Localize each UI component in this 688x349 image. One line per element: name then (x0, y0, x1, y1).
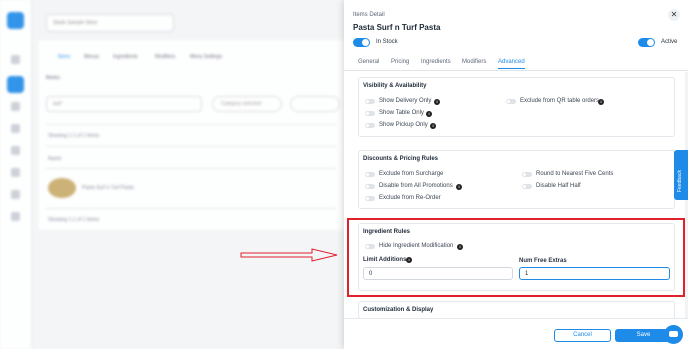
info-icon[interactable]: i (598, 99, 604, 105)
info-icon[interactable]: i (426, 111, 432, 117)
bg-tab-ingredients[interactable]: Ingredients (113, 54, 138, 60)
divider (46, 124, 336, 125)
items-label: Items: (46, 75, 61, 81)
showing-bottom: Showing 1-1 of 1 Items (48, 217, 100, 223)
exclude-surcharge-option[interactable]: Exclude from Surcharge (365, 171, 455, 180)
tab-modifiers[interactable]: Modifiers (462, 59, 486, 65)
show-pickup-only-switch[interactable] (365, 123, 375, 128)
exclude-reorder-option[interactable]: Exclude from Re-Order (365, 195, 455, 204)
tab-pricing[interactable]: Pricing (391, 59, 409, 65)
round-five-cents-option[interactable]: Round to Nearest Five Cents (522, 171, 622, 180)
active-toggle[interactable] (638, 38, 655, 47)
in-stock-toggle[interactable] (353, 38, 370, 47)
marketing-icon[interactable] (11, 168, 20, 177)
visibility-title: Visibility & Availability (363, 83, 427, 89)
show-pickup-only-label: Show Pickup Only (379, 122, 428, 128)
customization-section: Customization & Display (358, 301, 675, 319)
bg-tab-menus[interactable]: Menus (84, 54, 99, 60)
exclude-qr-option[interactable]: Exclude from QR table orders i (506, 98, 616, 107)
panel-subtitle: Items Detail (353, 12, 385, 18)
customization-title: Customization & Display (363, 307, 434, 313)
item-thumbnail (48, 178, 76, 198)
reports-icon[interactable] (11, 124, 20, 133)
feedback-tab[interactable]: Feedback (674, 150, 688, 200)
panel-tabs: General Pricing Ingredients Modifiers Ad… (344, 57, 688, 71)
exclude-reorder-label: Exclude from Re-Order (379, 195, 441, 201)
settings-icon[interactable] (11, 190, 20, 199)
divider (46, 146, 336, 147)
tab-general[interactable]: General (358, 59, 379, 65)
column-name-header: Name (48, 156, 62, 162)
bg-item-name[interactable]: Pasta Surf n Turf Pasta (82, 185, 134, 191)
feedback-label: Feedback (677, 170, 683, 192)
bg-tab-items[interactable]: Items (58, 54, 70, 60)
active-label: Active (661, 39, 678, 45)
show-delivery-only-switch[interactable] (365, 99, 375, 104)
disable-half-half-option[interactable]: Disable Half Half (522, 183, 602, 192)
disable-promotions-label: Disable from All Promotions (379, 183, 453, 189)
bg-tab-menu-settings[interactable]: Menu Settings (190, 54, 222, 60)
discounts-title: Discounts & Pricing Rules (363, 156, 439, 162)
round-five-cents-label: Round to Nearest Five Cents (536, 171, 614, 177)
annotation-arrow (240, 248, 338, 262)
close-icon[interactable]: ✕ (668, 9, 680, 21)
discounts-section: Discounts & Pricing Rules Exclude from S… (358, 150, 675, 209)
show-pickup-only-option[interactable]: Show Pickup Only i (365, 122, 445, 131)
round-five-cents-switch[interactable] (522, 172, 532, 177)
showing-top: Showing 1-1 of 1 Items (48, 133, 100, 139)
exclude-surcharge-label: Exclude from Surcharge (379, 171, 444, 177)
store-select[interactable]: Studs Sample Store (46, 14, 174, 32)
disable-promotions-switch[interactable] (365, 184, 375, 189)
tab-ingredients[interactable]: Ingredients (421, 59, 451, 65)
in-stock-label: In Stock (376, 39, 398, 45)
home-icon[interactable] (11, 55, 20, 64)
visibility-section: Visibility & Availability Show Delivery … (358, 77, 675, 137)
bg-category-filter[interactable]: Category selected (212, 96, 282, 112)
show-table-only-switch[interactable] (365, 111, 375, 116)
tab-advanced[interactable]: Advanced (498, 59, 525, 69)
disable-half-half-switch[interactable] (522, 184, 532, 189)
exclude-reorder-switch[interactable] (365, 196, 375, 201)
show-table-only-label: Show Table Only (379, 110, 424, 116)
exclude-qr-switch[interactable] (506, 99, 516, 104)
chat-icon[interactable] (664, 325, 683, 344)
bg-secondary-filter[interactable] (290, 96, 340, 112)
panel-footer: Cancel Save (344, 318, 688, 349)
exclude-qr-label: Exclude from QR table orders (520, 98, 600, 104)
customers-icon[interactable] (11, 146, 20, 155)
info-icon[interactable]: i (456, 184, 462, 190)
app-logo (7, 12, 24, 29)
info-icon[interactable]: i (430, 123, 436, 129)
divider (46, 208, 336, 209)
orders-icon[interactable] (11, 102, 20, 111)
left-rail (0, 0, 32, 349)
show-table-only-option[interactable]: Show Table Only i (365, 110, 445, 119)
annotation-highlight-box (347, 218, 685, 297)
bg-search-input[interactable]: surf (46, 96, 202, 112)
disable-promotions-option[interactable]: Disable from All Promotions i (365, 183, 465, 192)
cancel-button[interactable]: Cancel (554, 329, 611, 342)
disable-half-half-label: Disable Half Half (536, 183, 581, 189)
help-icon[interactable] (11, 212, 20, 221)
divider (46, 168, 336, 169)
panel-title: Pasta Surf n Turf Pasta (353, 23, 441, 32)
info-icon[interactable]: i (434, 99, 440, 105)
items-nav-icon[interactable] (7, 76, 24, 93)
bg-tab-modifiers[interactable]: Modifiers (155, 54, 175, 60)
exclude-surcharge-switch[interactable] (365, 172, 375, 177)
show-delivery-only-option[interactable]: Show Delivery Only i (365, 98, 455, 107)
show-delivery-only-label: Show Delivery Only (379, 98, 432, 104)
